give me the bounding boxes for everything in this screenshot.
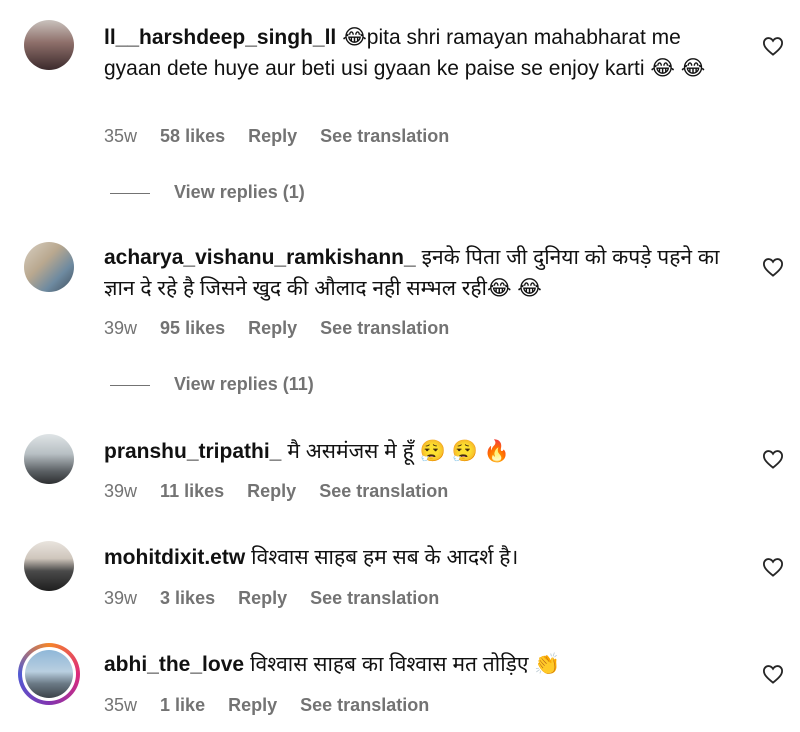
comment-text: mohitdixit.etw विश्वास साहब हम सब के आदर्… [104,542,740,573]
comment-body: मै असमंजस मे हूँ 😮‍💨 😮‍💨 🔥 [287,440,510,463]
view-replies-button[interactable]: View replies (11) [110,374,314,395]
comment-meta: 39w 11 likes Reply See translation [104,481,466,502]
username-link[interactable]: pranshu_tripathi_ [104,440,281,463]
username-link[interactable]: abhi_the_love [104,653,244,676]
like-heart-icon[interactable] [762,257,784,277]
comment-meta: 35w 1 like Reply See translation [104,695,447,716]
like-heart-icon[interactable] [762,664,784,684]
comment-time: 35w [104,695,138,715]
replies-divider [110,384,150,386]
like-heart-icon[interactable] [762,449,784,469]
comment-text: ll__harshdeep_singh_ll 😂pita shri ramayan… [104,22,740,84]
username-link[interactable]: mohitdixit.etw [104,546,245,569]
view-replies-button[interactable]: View replies (1) [110,182,305,203]
see-translation-button[interactable]: See translation [319,481,448,501]
like-heart-icon[interactable] [762,36,784,56]
story-ring-avatar[interactable] [18,643,80,705]
likes-count[interactable]: 95 likes [160,318,225,338]
comment-text: pranshu_tripathi_ मै असमंजस मे हूँ 😮‍💨 😮‍… [104,436,740,467]
avatar[interactable] [24,434,74,484]
comment-time: 39w [104,588,138,608]
username-link[interactable]: acharya_vishanu_ramkishann_ [104,246,416,269]
likes-count[interactable]: 58 likes [160,126,225,146]
comment-body: विश्वास साहब का विश्वास मत तोड़िए 👏 [250,653,561,676]
comment-meta: 39w 3 likes Reply See translation [104,588,457,609]
comment-text: acharya_vishanu_ramkishann_ इनके पिता जी … [104,242,740,304]
see-translation-button[interactable]: See translation [320,126,449,146]
avatar-ring-gap [22,647,76,701]
view-replies-label: View replies (11) [174,374,314,394]
reply-button[interactable]: Reply [248,126,297,146]
view-replies-label: View replies (1) [174,182,305,202]
reply-button[interactable]: Reply [238,588,287,608]
replies-divider [110,192,150,194]
comment-time: 35w [104,126,138,146]
comment-text: abhi_the_love विश्वास साहब का विश्वास मत … [104,649,740,680]
avatar[interactable] [24,242,74,292]
avatar[interactable] [24,20,74,70]
avatar[interactable] [24,541,74,591]
comment-meta: 35w 58 likes Reply See translation [104,126,467,147]
reply-button[interactable]: Reply [247,481,296,501]
see-translation-button[interactable]: See translation [310,588,439,608]
reply-button[interactable]: Reply [228,695,277,715]
likes-count[interactable]: 1 like [160,695,205,715]
likes-count[interactable]: 11 likes [160,481,224,501]
avatar [25,650,73,698]
like-heart-icon[interactable] [762,557,784,577]
comment-time: 39w [104,318,138,338]
see-translation-button[interactable]: See translation [300,695,429,715]
comment-body: विश्वास साहब हम सब के आदर्श है। [251,546,519,569]
comment-time: 39w [104,481,138,501]
likes-count[interactable]: 3 likes [160,588,215,608]
comment-meta: 39w 95 likes Reply See translation [104,318,467,339]
reply-button[interactable]: Reply [248,318,297,338]
username-link[interactable]: ll__harshdeep_singh_ll [104,26,336,49]
see-translation-button[interactable]: See translation [320,318,449,338]
